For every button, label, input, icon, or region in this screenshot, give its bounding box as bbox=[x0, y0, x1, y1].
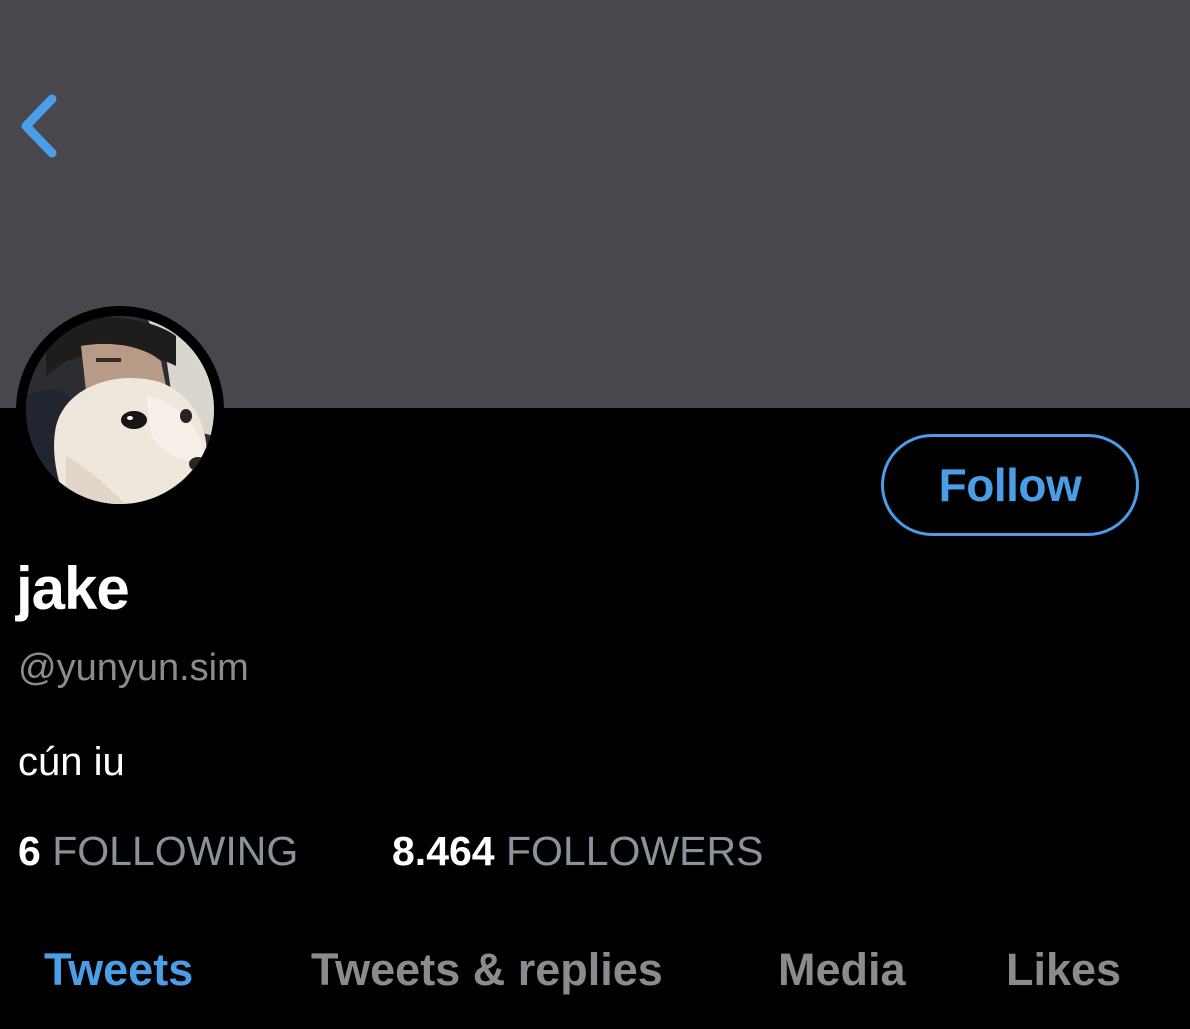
following-label: FOLLOWING bbox=[52, 828, 299, 874]
profile-tabs: Tweets Tweets & replies Media Likes bbox=[0, 940, 1190, 1010]
following-stat[interactable]: 6 FOLLOWING bbox=[18, 826, 298, 876]
tab-media[interactable]: Media bbox=[778, 940, 906, 1000]
follow-button[interactable]: Follow bbox=[881, 434, 1139, 536]
tab-tweets[interactable]: Tweets bbox=[44, 940, 193, 1000]
back-button[interactable] bbox=[12, 90, 68, 162]
following-count: 6 bbox=[18, 828, 41, 874]
followers-count: 8.464 bbox=[392, 828, 495, 874]
followers-stat[interactable]: 8.464 FOLLOWERS bbox=[392, 826, 763, 876]
tab-tweets-and-replies[interactable]: Tweets & replies bbox=[311, 940, 663, 1000]
avatar-photo bbox=[26, 316, 214, 504]
avatar[interactable] bbox=[26, 316, 214, 504]
chevron-left-icon bbox=[21, 94, 57, 158]
profile-bio: cún iu bbox=[18, 740, 125, 784]
avatar-ring bbox=[16, 306, 224, 514]
followers-label: FOLLOWERS bbox=[506, 828, 764, 874]
display-name: jake bbox=[16, 555, 130, 622]
user-handle: @yunyun.sim bbox=[18, 647, 249, 689]
tab-likes[interactable]: Likes bbox=[1006, 940, 1121, 1000]
